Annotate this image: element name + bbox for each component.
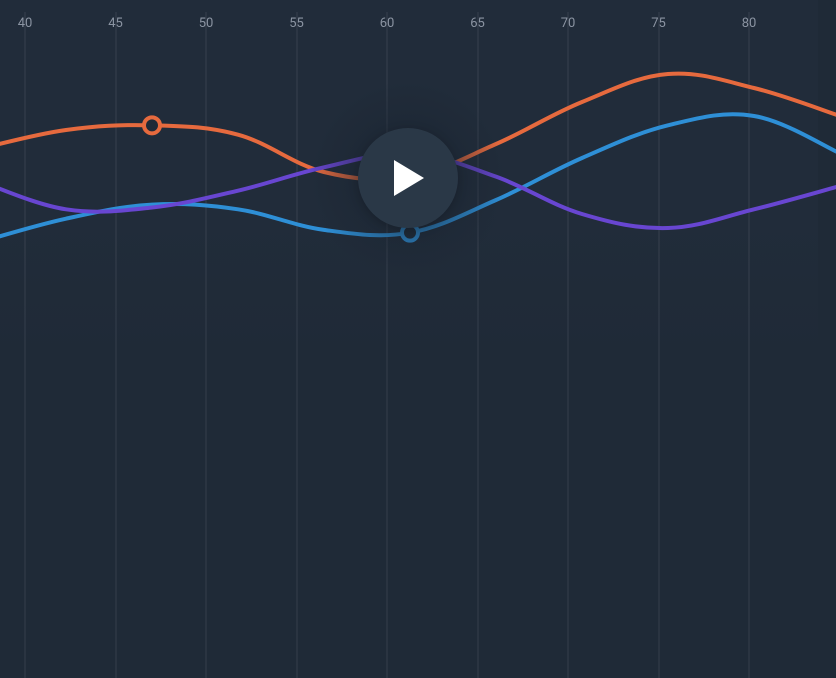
- gridline: [386, 12, 388, 678]
- gridline: [567, 12, 569, 678]
- x-tick-label: 80: [742, 16, 757, 31]
- gridline: [24, 12, 26, 678]
- x-tick-label: 70: [561, 16, 576, 31]
- x-tick-label: 50: [199, 16, 214, 31]
- x-tick-label: 60: [380, 16, 395, 31]
- gridline: [477, 12, 479, 678]
- x-tick-label: 45: [108, 16, 123, 31]
- gridline: [205, 12, 207, 678]
- gridline: [748, 12, 750, 678]
- play-button[interactable]: Play: [358, 128, 458, 228]
- gridline: [115, 12, 117, 678]
- play-icon: [390, 158, 426, 198]
- chart-stage: 40 45 50 55 60 65 70 75 80 Play: [0, 0, 836, 678]
- x-tick-label: 65: [470, 16, 485, 31]
- gridline: [296, 12, 298, 678]
- x-tick-label: 55: [289, 16, 304, 31]
- x-tick-label: 40: [18, 16, 33, 31]
- gridline: [658, 12, 660, 678]
- x-tick-label: 75: [651, 16, 666, 31]
